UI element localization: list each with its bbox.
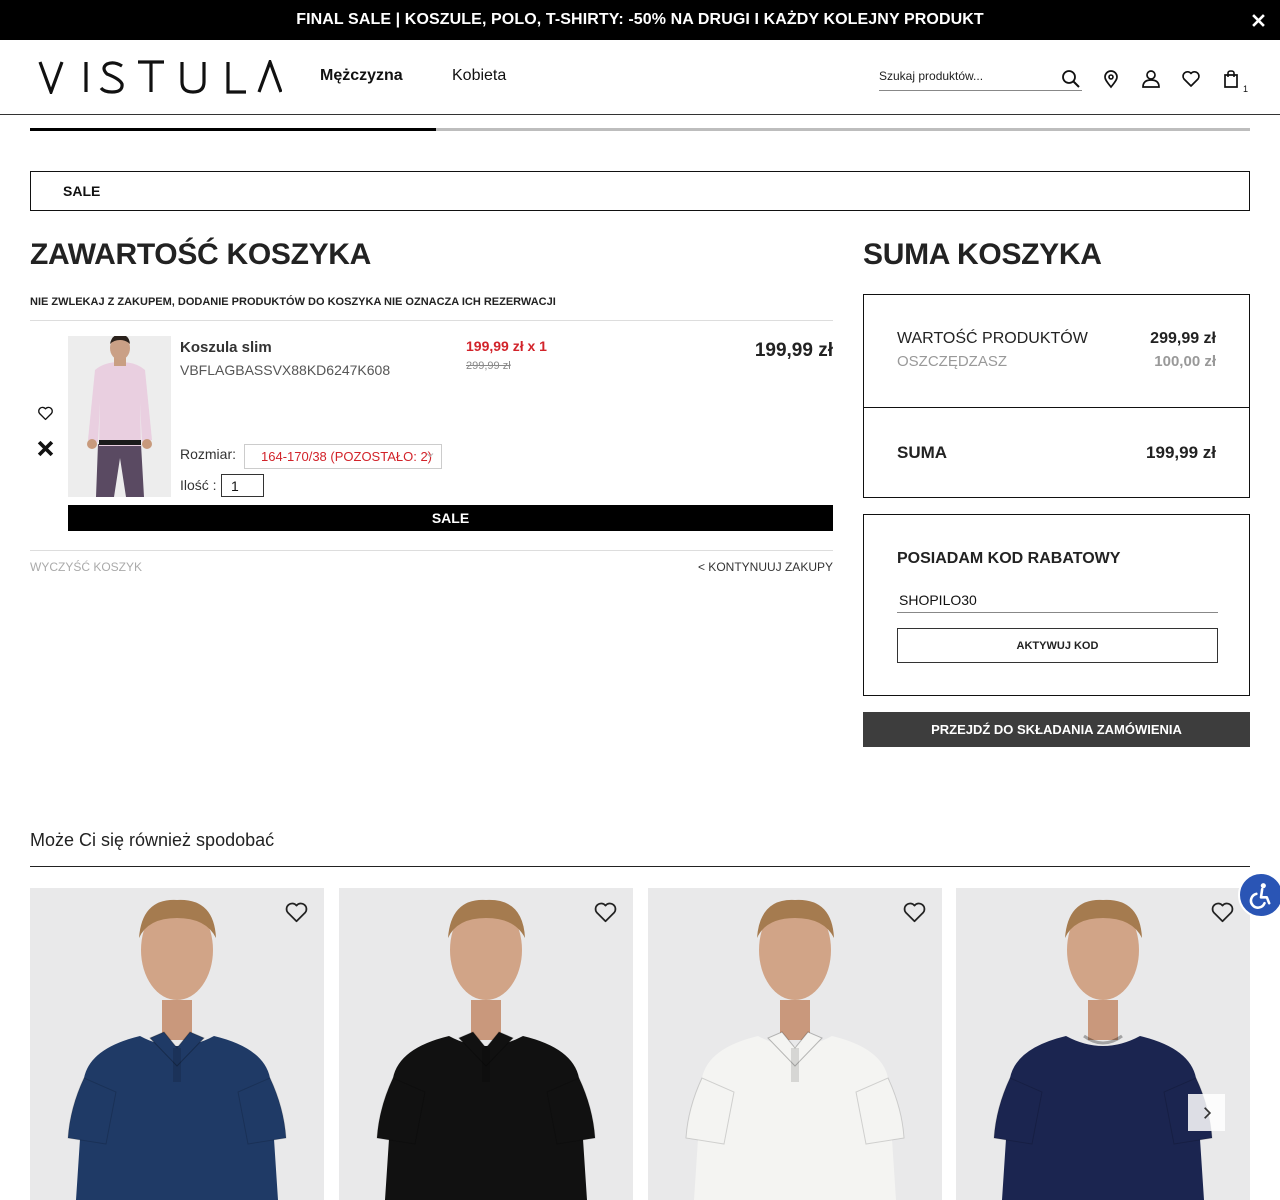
discount-code-box: POSIADAM KOD RABATOWY AKTYWUJ KOD <box>863 514 1250 696</box>
recommendations-title: Może Ci się również spodobać <box>30 830 275 850</box>
total-label: SUMA <box>897 443 948 462</box>
remove-item-close-icon[interactable] <box>34 437 56 459</box>
add-to-wishlist-heart-icon[interactable] <box>900 898 928 926</box>
total-row: SUMA 199,99 zł <box>897 443 1216 463</box>
product-line-total: 199,99 zł <box>754 340 833 361</box>
checkout-button[interactable]: PRZEJDŹ DO SKŁADANIA ZAMÓWIENIA <box>863 712 1250 747</box>
move-to-wishlist-heart-icon[interactable] <box>34 402 56 424</box>
checkout-progress-fill <box>30 128 437 131</box>
product-name[interactable]: Koszula slim <box>180 339 272 356</box>
add-to-wishlist-heart-icon[interactable] <box>282 898 310 926</box>
products-value-row: WARTOŚĆ PRODUKTÓW 299,99 zł <box>897 330 1216 348</box>
discount-code-title: POSIADAM KOD RABATOWY <box>897 550 1121 567</box>
close-icon[interactable] <box>1246 8 1270 32</box>
product-unit-price: 199,99 zł x 1 <box>466 338 547 354</box>
savings-amount: 100,00 zł <box>1154 353 1216 370</box>
promo-bar: FINAL SALE | KOSZULE, POLO, T-SHIRTY: -5… <box>0 0 1280 40</box>
add-to-wishlist-heart-icon[interactable] <box>591 898 619 926</box>
product-photo <box>30 888 324 1200</box>
search-input[interactable] <box>879 64 1049 88</box>
add-to-wishlist-heart-icon[interactable] <box>1208 898 1236 926</box>
product-photo <box>956 888 1250 1200</box>
product-photo <box>648 888 942 1200</box>
size-select[interactable]: 164-170/38 (POZOSTAŁO: 2) <box>244 444 442 469</box>
quantity-input[interactable] <box>221 474 264 497</box>
reservation-notice: NIE ZWLEKAJ Z ZAKUPEM, DODANIE PRODUKTÓW… <box>30 296 833 321</box>
carousel-next-button[interactable] <box>1188 1094 1225 1131</box>
summary-divider <box>864 407 1249 408</box>
sale-banner[interactable]: SALE <box>30 171 1250 211</box>
discount-code-input[interactable] <box>897 587 1218 613</box>
wishlist-heart-icon[interactable] <box>1180 68 1202 90</box>
summary-box: WARTOŚĆ PRODUKTÓW 299,99 zł OSZCZĘDZASZ … <box>863 294 1250 498</box>
search-bar <box>879 64 1082 91</box>
accessibility-icon <box>1249 883 1271 909</box>
continue-shopping-link[interactable]: < KONTYNUUJ ZAKUPY <box>698 560 833 574</box>
cart-count-badge: 1 <box>1242 84 1248 94</box>
activate-code-button[interactable]: AKTYWUJ KOD <box>897 628 1218 663</box>
brand-logo[interactable] <box>38 57 283 97</box>
site-header: Mężczyzna Kobieta 1 <box>0 40 1280 115</box>
summary-title: SUMA KOSZYKA <box>863 238 1102 271</box>
recommendation-card[interactable] <box>30 888 324 1200</box>
product-sale-badge: SALE <box>68 505 833 531</box>
cart-title: ZAWARTOŚĆ KOSZYKA <box>30 238 372 271</box>
chevron-down-icon <box>426 453 434 458</box>
size-label: Rozmiar: <box>180 446 237 462</box>
search-icon[interactable] <box>1060 68 1082 90</box>
recommendation-card[interactable] <box>339 888 633 1200</box>
product-old-price: 299,99 zł <box>466 360 511 372</box>
quantity-label: Ilość : <box>180 477 217 493</box>
cart-bag-icon[interactable]: 1 <box>1220 68 1248 94</box>
savings-label: OSZCZĘDZASZ <box>897 353 1008 370</box>
product-photo <box>339 888 633 1200</box>
location-pin-icon[interactable] <box>1100 68 1122 90</box>
recommendation-card[interactable] <box>956 888 1250 1200</box>
products-value-label: WARTOŚĆ PRODUKTÓW <box>897 330 1088 347</box>
nav-women[interactable]: Kobieta <box>452 67 506 85</box>
recommendation-card[interactable] <box>648 888 942 1200</box>
size-select-value: 164-170/38 (POZOSTAŁO: 2) <box>261 449 432 464</box>
nav-men[interactable]: Mężczyzna <box>320 67 403 85</box>
promo-text: FINAL SALE | KOSZULE, POLO, T-SHIRTY: -5… <box>296 11 984 28</box>
products-value-amount: 299,99 zł <box>1150 330 1216 347</box>
product-sku: VBFLAGBASSVX88KD6247K608 <box>180 362 391 378</box>
cart-actions: WYCZYŚĆ KOSZYK < KONTYNUUJ ZAKUPY <box>30 550 833 580</box>
clear-cart-link[interactable]: WYCZYŚĆ KOSZYK <box>30 560 142 574</box>
savings-row: OSZCZĘDZASZ 100,00 zł <box>897 353 1216 370</box>
user-icon[interactable] <box>1140 68 1162 90</box>
product-image[interactable] <box>68 336 171 497</box>
chevron-right-icon <box>1203 1106 1211 1119</box>
checkout-progress-bar <box>30 128 1250 131</box>
total-amount: 199,99 zł <box>1146 443 1216 462</box>
accessibility-button[interactable] <box>1238 872 1280 918</box>
recommendations-divider <box>30 866 1250 867</box>
